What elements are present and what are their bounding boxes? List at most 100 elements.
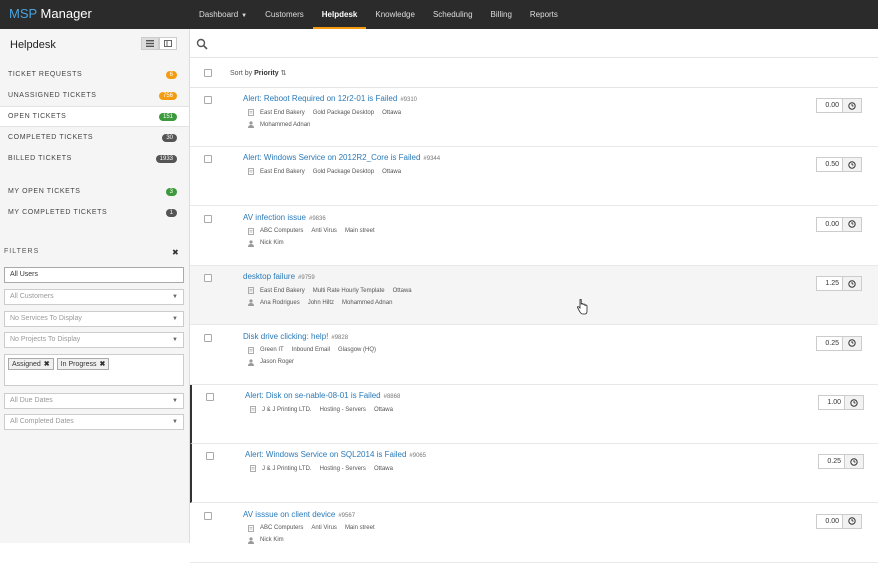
clock-icon[interactable] [842,216,862,232]
ticket-checkbox[interactable] [204,511,212,520]
nav-item-billing[interactable]: Billing [482,0,521,29]
ticket-meta: Green IT Inbound Email Glasgow (HQ) [248,346,384,354]
ticket-meta: East End Bakery Gold Package Desktop Ottaw… [248,168,409,176]
ticket-row[interactable]: Alert: Windows Service on 2012R2_Core is… [190,147,878,207]
ticket-customer: East End Bakery [260,109,305,116]
ticket-title: desktop failure [243,272,296,282]
ticket-row[interactable]: Alert: Windows Service on SQL2014 is Fai… [190,444,878,504]
nav-item-label: Dashboard [199,10,239,19]
sidebar-item-label: MY OPEN TICKETS [8,188,81,195]
ticket-title-link[interactable]: desktop failure #9759 [243,272,315,281]
clock-icon[interactable] [842,98,862,113]
hours-input[interactable]: 0.25 [816,335,842,351]
customers-filter-value: All Customers [10,293,54,300]
sidebar-item-billed-tickets[interactable]: BILLED TICKETS 1933 [0,148,189,169]
customers-filter-select[interactable]: All Customers ▼ [4,289,184,305]
ticket-row[interactable]: Alert: Disk on se-nable-08-01 is Failed #… [190,385,878,444]
ticket-number: #9759 [298,275,315,282]
clock-icon[interactable] [844,395,864,410]
status-tag[interactable]: In Progress ✖ [56,358,110,370]
hours-input[interactable]: 0.00 [816,98,842,113]
document-icon [248,227,254,235]
services-filter-select[interactable]: No Services To Display ▼ [4,311,184,327]
projects-filter-select[interactable]: No Projects To Display ▼ [4,332,184,348]
clock-icon[interactable] [842,276,862,292]
status-tag[interactable]: Assigned ✖ [8,358,54,370]
clock-icon[interactable] [844,454,864,470]
ticket-title-link[interactable]: Disk drive clicking: help! #9828 [243,332,348,341]
app-logo[interactable]: MSP Manager [9,6,92,21]
hours-input[interactable]: 1.00 [818,395,844,410]
ticket-checkbox[interactable] [204,214,212,223]
ticket-title-link[interactable]: Alert: Windows Service on 2012R2_Core is… [243,153,440,162]
ticket-checkbox[interactable] [204,333,212,342]
ticket-row[interactable]: Alert: Reboot Required on 12r2-01 is Fai… [190,88,878,147]
ticket-title: AV isssue on client device [243,509,336,519]
sidebar-item-my-open-tickets[interactable]: MY OPEN TICKETS 3 [0,181,189,202]
users-filter-input[interactable]: All Users [4,267,184,283]
sidebar-item-open-tickets[interactable]: OPEN TICKETS 151 [0,106,189,127]
select-all-checkbox[interactable] [204,69,212,77]
count-badge: 1 [165,208,177,217]
ticket-checkbox[interactable] [204,274,212,283]
list-view-icon[interactable] [141,37,159,50]
ticket-row[interactable]: Disk drive clicking: help! #9828 Green IT I… [190,326,878,385]
close-filters-icon[interactable]: ✖ [172,248,179,257]
nav-item-knowledge[interactable]: Knowledge [366,0,424,29]
ticket-customer: East End Bakery [260,168,305,175]
user-icon [248,240,254,247]
status-tags-input[interactable]: Assigned ✖ In Progress ✖ [4,354,184,386]
search-bar[interactable] [190,29,878,58]
clock-icon[interactable] [842,335,862,351]
count-badge: 756 [158,91,177,100]
sidebar-item-completed-tickets[interactable]: COMPLETED TICKETS 30 [0,127,189,148]
ticket-title-link[interactable]: AV isssue on client device #9567 [243,510,355,519]
ticket-location: Ottawa [392,287,412,294]
ticket-checkbox[interactable] [206,393,214,401]
nav-item-customers[interactable]: Customers [256,0,313,29]
sidebar-item-unassigned-tickets[interactable]: UNASSIGNED TICKETS 756 [0,85,189,106]
completed-dates-filter-value: All Completed Dates [10,418,74,425]
remove-tag-icon[interactable]: ✖ [44,361,50,368]
completed-dates-filter-select[interactable]: All Completed Dates ▼ [4,414,184,430]
nav-item-reports[interactable]: Reports [521,0,567,29]
nav-item-helpdesk[interactable]: Helpdesk [312,0,367,29]
ticket-row[interactable]: desktop failure #9759 East End Bakery Multi… [190,266,878,326]
nav-item-dashboard[interactable]: Dashboard ▼ [190,0,256,29]
ticket-assignees: Nick Kim [248,240,292,247]
sidebar-item-ticket-requests[interactable]: TICKET REQUESTS 6 [0,64,189,85]
count-badge: 1933 [155,154,177,163]
clock-icon[interactable] [842,157,862,173]
ticket-title: AV infection issue [243,212,306,222]
nav-item-label: Reports [529,10,558,19]
due-dates-filter-select[interactable]: All Due Dates ▼ [4,393,184,409]
ticket-title-link[interactable]: Alert: Reboot Required on 12r2-01 is Fai… [243,94,417,103]
sidebar-item-my-completed-tickets[interactable]: MY COMPLETED TICKETS 1 [0,202,189,223]
search-icon[interactable] [196,38,208,50]
hours-input[interactable]: 1.25 [816,276,842,292]
hours-input[interactable]: 0.25 [818,454,844,470]
ticket-title-link[interactable]: Alert: Disk on se-nable-08-01 is Failed #… [245,391,400,400]
hours-input[interactable]: 0.00 [816,513,842,529]
projects-filter-value: No Projects To Display [10,336,81,343]
ticket-meta: East End Bakery Multi Rate Hourly Templat… [248,287,420,295]
clock-icon[interactable] [842,513,862,529]
ticket-checkbox[interactable] [204,96,212,104]
remove-tag-icon[interactable]: ✖ [99,361,105,368]
ticket-service: Gold Package Desktop [312,109,375,116]
sort-control[interactable]: Sort by Priority ⇅ [230,69,286,77]
hours-input[interactable]: 0.50 [816,157,842,173]
ticket-number: #8868 [383,394,401,400]
hours-input[interactable]: 0.00 [816,216,842,232]
ticket-checkbox[interactable] [204,155,212,164]
ticket-location: Ottawa [373,465,393,472]
ticket-row[interactable]: AV isssue on client device #9567 ABC Compu… [190,504,878,563]
ticket-title-link[interactable]: AV infection issue #9836 [243,213,326,222]
split-view-icon[interactable] [159,37,177,50]
ticket-row[interactable]: AV infection issue #9836 ABC Computers Anti… [190,207,878,266]
ticket-checkbox[interactable] [206,452,214,461]
view-toggle [141,37,177,50]
ticket-title-link[interactable]: Alert: Windows Service on SQL2014 is Fai… [245,450,426,459]
nav-item-scheduling[interactable]: Scheduling [424,0,482,29]
time-entry: 0.25 [818,454,864,470]
